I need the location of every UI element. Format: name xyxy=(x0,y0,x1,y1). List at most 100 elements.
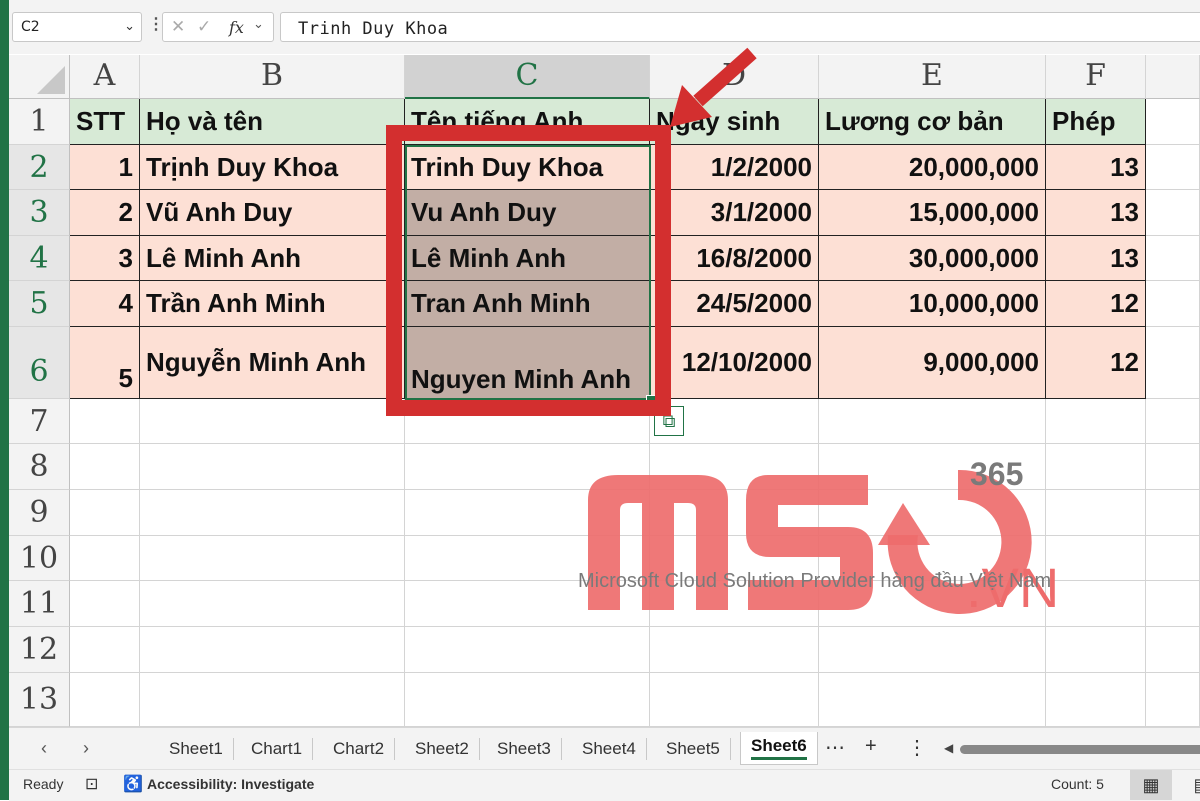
header-cell[interactable]: STT xyxy=(70,99,140,145)
accessibility-icon[interactable]: ♿ xyxy=(123,774,143,794)
empty-cell[interactable] xyxy=(1046,627,1146,673)
data-cell[interactable]: Trịnh Duy Khoa xyxy=(140,145,405,190)
empty-cell[interactable] xyxy=(819,490,1046,536)
empty-cell[interactable] xyxy=(1146,536,1200,581)
empty-cell[interactable] xyxy=(405,399,650,444)
empty-cell[interactable] xyxy=(1146,444,1200,490)
column-header-G[interactable] xyxy=(1146,55,1200,99)
page-layout-view-button[interactable]: ▤ xyxy=(1181,770,1200,800)
empty-cell[interactable] xyxy=(70,627,140,673)
empty-cell[interactable] xyxy=(1146,190,1200,236)
empty-cell[interactable] xyxy=(140,444,405,490)
empty-cell[interactable] xyxy=(650,444,819,490)
data-cell[interactable]: Nguyen Minh Anh xyxy=(405,327,650,399)
header-cell[interactable]: Lương cơ bản xyxy=(819,99,1046,145)
empty-cell[interactable] xyxy=(405,673,650,727)
empty-cell[interactable] xyxy=(1046,444,1146,490)
empty-cell[interactable] xyxy=(1146,99,1200,145)
empty-cell[interactable] xyxy=(405,490,650,536)
empty-cell[interactable] xyxy=(819,673,1046,727)
row-header-1[interactable]: 1 xyxy=(9,99,70,145)
empty-cell[interactable] xyxy=(140,490,405,536)
data-cell[interactable]: Nguyễn Minh Anh xyxy=(140,327,405,399)
fill-handle[interactable] xyxy=(646,395,656,405)
data-cell[interactable]: 20,000,000 xyxy=(819,145,1046,190)
chevron-down-icon[interactable]: ⌄ xyxy=(253,16,264,32)
chevron-down-icon[interactable]: ⌄ xyxy=(124,18,135,34)
empty-cell[interactable] xyxy=(1146,399,1200,444)
sheet-tab-sheet5[interactable]: Sheet5 xyxy=(656,738,731,760)
empty-cell[interactable] xyxy=(1146,145,1200,190)
data-cell[interactable]: Vũ Anh Duy xyxy=(140,190,405,236)
chevron-right-icon[interactable]: › xyxy=(83,738,89,759)
sheet-tab-sheet2[interactable]: Sheet2 xyxy=(405,738,480,760)
row-header-9[interactable]: 9 xyxy=(9,490,70,536)
data-cell[interactable]: 13 xyxy=(1046,190,1146,236)
row-header-7[interactable]: 7 xyxy=(9,399,70,444)
data-cell[interactable]: 12 xyxy=(1046,327,1146,399)
row-header-11[interactable]: 11 xyxy=(9,581,70,627)
row-header-2[interactable]: 2 xyxy=(9,145,70,190)
sheet-tab-sheet4[interactable]: Sheet4 xyxy=(572,738,647,760)
sheet-tab-sheet6[interactable]: Sheet6 xyxy=(740,732,818,765)
empty-cell[interactable] xyxy=(405,627,650,673)
spreadsheet-grid[interactable]: ABCDEF12345678910111213STTHọ và tênTên t… xyxy=(9,55,1200,727)
scroll-left-icon[interactable]: ◀ xyxy=(944,741,953,755)
row-header-10[interactable]: 10 xyxy=(9,536,70,581)
data-cell[interactable]: 3/1/2000 xyxy=(650,190,819,236)
row-header-8[interactable]: 8 xyxy=(9,444,70,490)
data-cell[interactable]: 10,000,000 xyxy=(819,281,1046,327)
data-cell[interactable]: 1 xyxy=(70,145,140,190)
empty-cell[interactable] xyxy=(140,399,405,444)
empty-cell[interactable] xyxy=(1146,673,1200,727)
empty-cell[interactable] xyxy=(650,673,819,727)
data-cell[interactable]: 13 xyxy=(1046,236,1146,281)
row-header-13[interactable]: 13 xyxy=(9,673,70,727)
row-header-3[interactable]: 3 xyxy=(9,190,70,236)
empty-cell[interactable] xyxy=(70,581,140,627)
formula-input[interactable]: Trinh Duy Khoa xyxy=(280,12,1200,42)
data-cell[interactable]: 5 xyxy=(70,327,140,399)
confirm-icon[interactable]: ✓ xyxy=(197,17,211,37)
empty-cell[interactable] xyxy=(70,536,140,581)
data-cell[interactable]: 4 xyxy=(70,281,140,327)
header-cell[interactable]: Phép xyxy=(1046,99,1146,145)
data-cell[interactable]: 16/8/2000 xyxy=(650,236,819,281)
options-icon[interactable]: ⋮ xyxy=(907,735,927,760)
row-header-6[interactable]: 6 xyxy=(9,327,70,399)
empty-cell[interactable] xyxy=(140,536,405,581)
row-header-12[interactable]: 12 xyxy=(9,627,70,673)
empty-cell[interactable] xyxy=(1146,627,1200,673)
header-cell[interactable]: Tên tiếng Anh xyxy=(405,99,650,145)
accessibility-status[interactable]: Accessibility: Investigate xyxy=(147,776,314,792)
cancel-icon[interactable]: ✕ xyxy=(171,17,185,37)
empty-cell[interactable] xyxy=(405,444,650,490)
empty-cell[interactable] xyxy=(1046,581,1146,627)
select-all-corner[interactable] xyxy=(9,55,70,99)
column-header-A[interactable]: A xyxy=(70,55,140,99)
name-box[interactable]: C2 ⌄ xyxy=(12,12,142,42)
column-header-C[interactable]: C xyxy=(405,55,650,99)
sheet-tab-sheet3[interactable]: Sheet3 xyxy=(487,738,562,760)
empty-cell[interactable] xyxy=(1046,536,1146,581)
macro-record-icon[interactable]: ⊡ xyxy=(85,774,98,794)
data-cell[interactable]: Vu Anh Duy xyxy=(405,190,650,236)
insert-function-button[interactable]: fx xyxy=(229,18,244,37)
row-header-4[interactable]: 4 xyxy=(9,236,70,281)
data-cell[interactable]: Trần Anh Minh xyxy=(140,281,405,327)
more-sheets-icon[interactable]: ⋯ xyxy=(825,735,845,760)
data-cell[interactable]: 3 xyxy=(70,236,140,281)
data-cell[interactable]: 9,000,000 xyxy=(819,327,1046,399)
empty-cell[interactable] xyxy=(140,581,405,627)
empty-cell[interactable] xyxy=(1146,490,1200,536)
empty-cell[interactable] xyxy=(650,627,819,673)
empty-cell[interactable] xyxy=(1146,581,1200,627)
empty-cell[interactable] xyxy=(1146,281,1200,327)
data-cell[interactable]: 12/10/2000 xyxy=(650,327,819,399)
empty-cell[interactable] xyxy=(1146,236,1200,281)
empty-cell[interactable] xyxy=(819,444,1046,490)
empty-cell[interactable] xyxy=(1146,327,1200,399)
empty-cell[interactable] xyxy=(1046,673,1146,727)
sheet-tab-chart2[interactable]: Chart2 xyxy=(323,738,396,760)
data-cell[interactable]: Tran Anh Minh xyxy=(405,281,650,327)
